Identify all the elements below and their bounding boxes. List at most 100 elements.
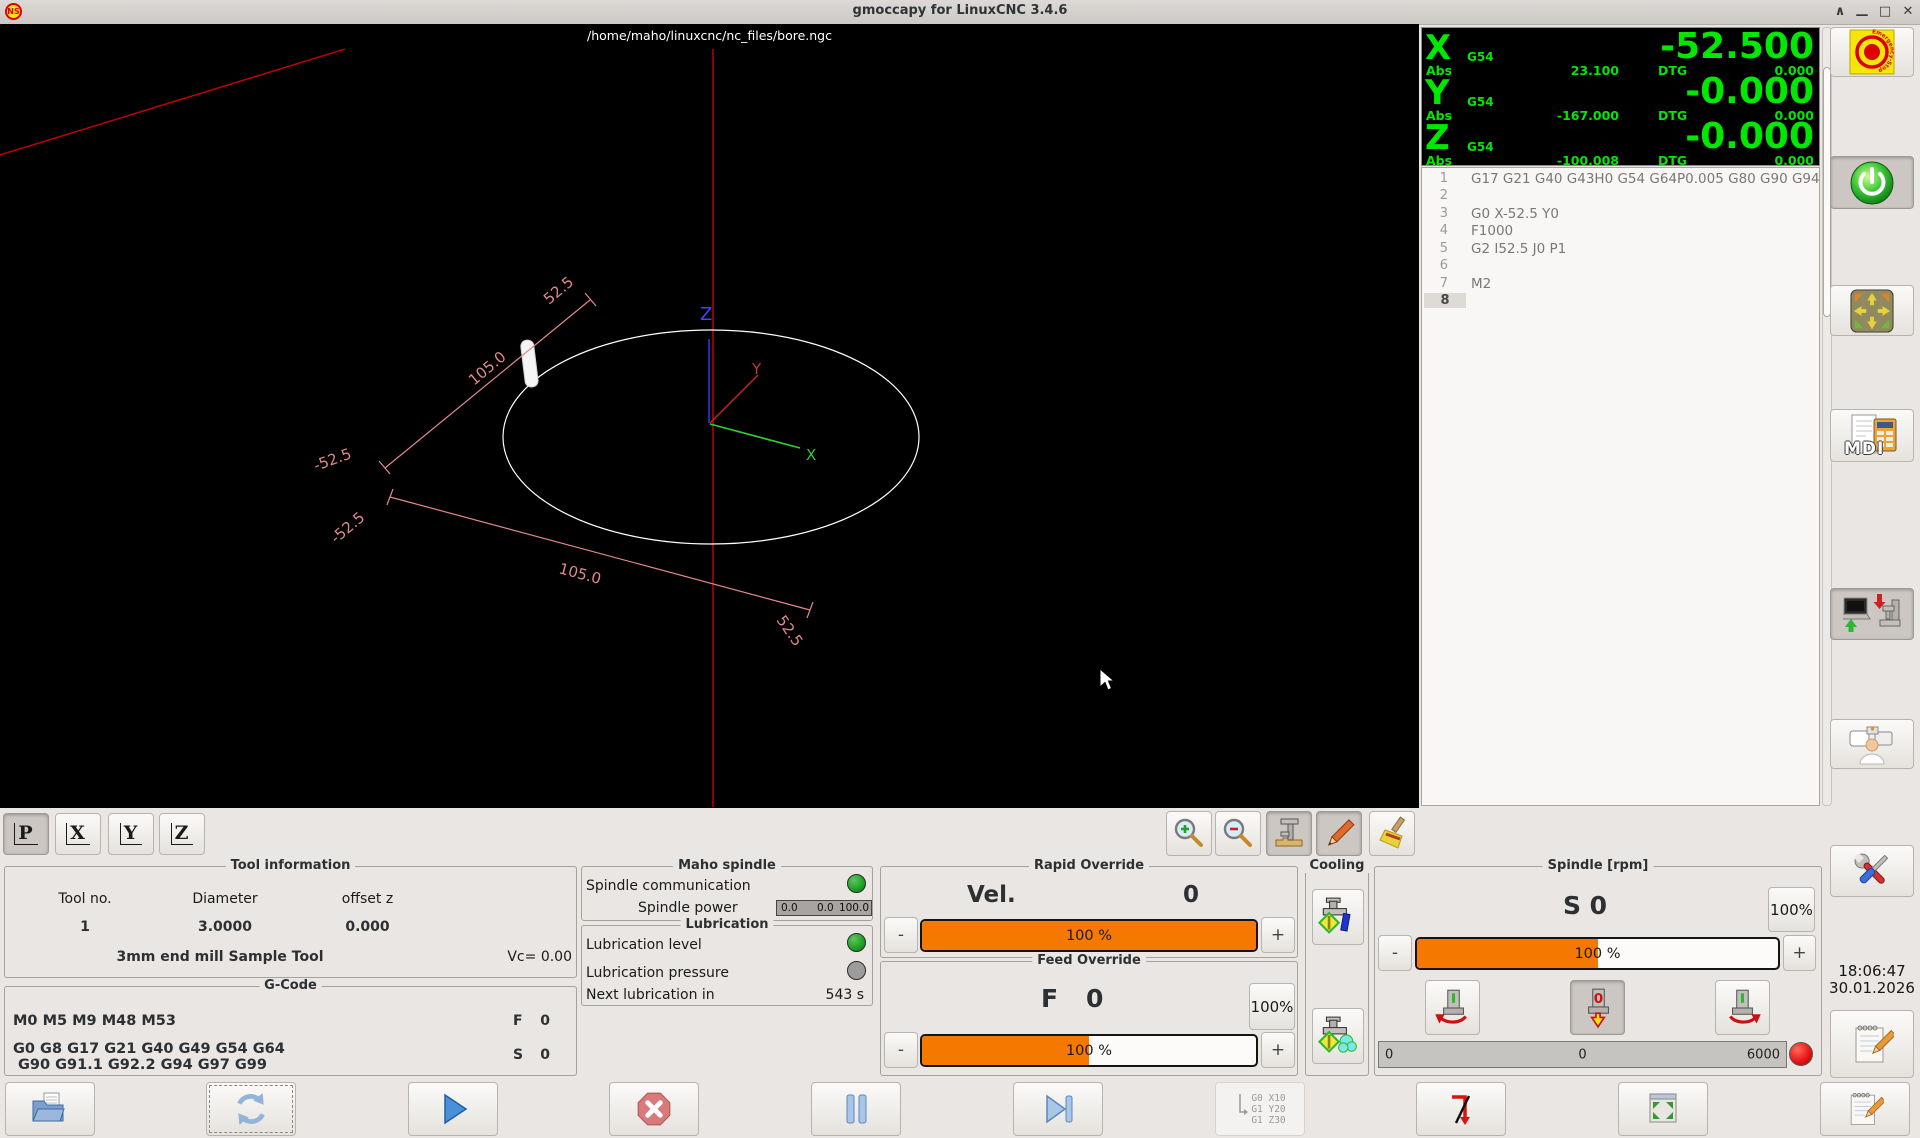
- minimize-window-button[interactable]: —: [1853, 6, 1871, 25]
- dro-panel[interactable]: X G54 -52.500 Abs 23.100 DTG 0.000 Y G54…: [1421, 27, 1820, 166]
- zoom-out-button[interactable]: [1215, 811, 1261, 856]
- plus-icon: +: [1271, 1040, 1285, 1060]
- run-from-line-button[interactable]: G0 X10 G1 Y20 G1 Z30: [1215, 1082, 1305, 1136]
- mdi-mode-button[interactable]: MDI: [1830, 409, 1914, 462]
- rapid-override-minus-button[interactable]: -: [884, 917, 918, 953]
- gcode-line-current: 8: [1422, 293, 1819, 310]
- active-gcodes-line1: G0 G8 G17 G21 G40 G49 G54 G64: [13, 1041, 285, 1057]
- dro-x-abs-value: 23.100: [1507, 63, 1619, 78]
- dro-z-dtg-label: DTG: [1658, 153, 1687, 168]
- dimension-label: -52.5: [327, 508, 368, 547]
- open-file-button[interactable]: [5, 1082, 95, 1136]
- feed-reset-label: 100%: [1251, 998, 1294, 1016]
- maximize-window-button[interactable]: □: [1876, 2, 1894, 21]
- dimension-label: 105.0: [557, 559, 603, 588]
- rapid-override-slider[interactable]: 100 %: [920, 919, 1258, 952]
- clear-plot-button[interactable]: [1369, 811, 1415, 856]
- flood-coolant-button[interactable]: [1312, 889, 1364, 945]
- spindle-reset-label: 100%: [1770, 901, 1813, 919]
- gcode-line: 6: [1422, 258, 1819, 275]
- line-text: M2: [1471, 276, 1491, 292]
- view-z-button[interactable]: Z: [159, 813, 205, 855]
- spindle-stop-zero: 0: [1593, 990, 1602, 1006]
- line-number: 4: [1422, 223, 1448, 238]
- close-window-button[interactable]: ✕: [1899, 2, 1917, 21]
- gcode-listing[interactable]: 1 G17 G21 G40 G43H0 G54 G64P0.005 G80 G9…: [1421, 167, 1820, 806]
- line-text: G2 I52.5 J0 P1: [1471, 241, 1566, 257]
- auto-mode-button[interactable]: [1830, 588, 1914, 640]
- line-number: 5: [1422, 241, 1448, 256]
- step-program-button[interactable]: [1013, 1082, 1103, 1136]
- spindle-rpm-title: Spindle [rpm]: [1543, 858, 1654, 873]
- mdi-icon-label: MDI: [1844, 439, 1884, 459]
- spindle-override-minus-button[interactable]: -: [1378, 935, 1412, 971]
- machine-limit-line: [0, 49, 345, 155]
- spindle-rpm-panel: Spindle [rpm] S 0 100% - 100 % + 0: [1374, 866, 1822, 1076]
- spindle-override-reset-button[interactable]: 100%: [1768, 887, 1815, 932]
- spindle-cw-button[interactable]: [1715, 980, 1770, 1035]
- stop-icon: [635, 1090, 673, 1128]
- feed-override-reset-button[interactable]: 100%: [1249, 983, 1295, 1030]
- minus-icon: -: [898, 925, 904, 945]
- line-number: 2: [1422, 188, 1448, 203]
- tool-information-title: Tool information: [226, 858, 356, 873]
- view-y-button[interactable]: Y: [108, 813, 154, 855]
- zoom-in-button[interactable]: [1166, 811, 1212, 856]
- view-p-button[interactable]: P: [3, 813, 49, 855]
- feed-override-percent: 100 %: [922, 1043, 1256, 1059]
- dro-y-value: -0.000: [1685, 71, 1814, 112]
- machine-power-button[interactable]: [1830, 156, 1914, 209]
- reload-file-button[interactable]: [206, 1082, 296, 1136]
- tool-no-value: 1: [45, 919, 125, 935]
- gcode-line: 1 G17 G21 G40 G43H0 G54 G64P0.005 G80 G9…: [1422, 171, 1819, 188]
- feed-override-minus-button[interactable]: -: [884, 1032, 918, 1068]
- stop-program-button[interactable]: [609, 1082, 699, 1136]
- show-dimensions-toggle-button[interactable]: [1266, 811, 1312, 856]
- rpm-current: 0: [1578, 1047, 1586, 1062]
- view-x-button[interactable]: X: [55, 813, 101, 855]
- shade-window-button[interactable]: ∧: [1831, 2, 1849, 21]
- tool-settings-button[interactable]: [1830, 845, 1914, 897]
- feed-override-slider[interactable]: 100 %: [920, 1034, 1258, 1067]
- view-z-label: Z: [171, 823, 194, 845]
- spindle-readout: S 0: [1525, 891, 1645, 920]
- spindle-power-current: 0.0: [817, 902, 834, 914]
- draw-toolpath-toggle-button[interactable]: [1316, 811, 1362, 856]
- optional-block-skip-button[interactable]: [1416, 1082, 1506, 1136]
- estop-button[interactable]: Emergency-Stop: [1830, 27, 1914, 77]
- feed-override-plus-button[interactable]: +: [1261, 1032, 1295, 1068]
- run-program-button[interactable]: [408, 1082, 498, 1136]
- lubrication-level-led: [847, 933, 866, 952]
- dro-y-system: G54: [1467, 95, 1494, 109]
- mist-coolant-button[interactable]: [1312, 1008, 1364, 1064]
- spindle-power-label: Spindle power: [638, 900, 738, 916]
- spindle-power-bar: 0.0 0.0 100.0: [776, 900, 872, 916]
- spindle-stop-button[interactable]: 0: [1570, 980, 1625, 1035]
- x-axis-label: X: [806, 446, 816, 464]
- dro-y-abs-value: -167.000: [1507, 108, 1619, 123]
- feed-readout-label: F: [1041, 984, 1058, 1013]
- manual-mode-button[interactable]: [1830, 285, 1914, 336]
- pause-program-button[interactable]: [811, 1082, 901, 1136]
- line-number: 8: [1424, 293, 1466, 308]
- gremlin-preview[interactable]: Z Y X 52.5 105.0 -52.5 -52.5 105.0 52.5 …: [0, 24, 1419, 808]
- next-lubrication-value: 543 s: [826, 987, 864, 1003]
- velocity-value: 0: [1171, 882, 1211, 908]
- window-title: gmoccapy for LinuxCNC 3.4.6: [0, 3, 1920, 18]
- rapid-override-plus-button[interactable]: +: [1261, 917, 1295, 953]
- offset-z-value: 0.000: [325, 919, 410, 935]
- auto-mode-icon: [1843, 592, 1901, 636]
- spindle-override-plus-button[interactable]: +: [1783, 935, 1816, 971]
- loaded-file-path: /home/maho/linuxcnc/nc_files/bore.ngc: [0, 28, 1419, 43]
- plus-icon: +: [1792, 943, 1806, 963]
- spindle-override-slider[interactable]: 100 %: [1415, 937, 1780, 970]
- notes-button[interactable]: [1830, 1010, 1914, 1078]
- spindle-ccw-button[interactable]: [1425, 980, 1480, 1035]
- edit-gcode-button[interactable]: [1820, 1082, 1910, 1136]
- gcodes-title: G-Code: [259, 978, 322, 993]
- fullscreen-button[interactable]: [1618, 1082, 1708, 1136]
- dro-x-value: -52.500: [1660, 26, 1814, 67]
- user-settings-button[interactable]: [1830, 719, 1914, 769]
- dimension-label: 105.0: [465, 348, 509, 389]
- active-mcodes: M0 M5 M9 M48 M53: [13, 1013, 176, 1029]
